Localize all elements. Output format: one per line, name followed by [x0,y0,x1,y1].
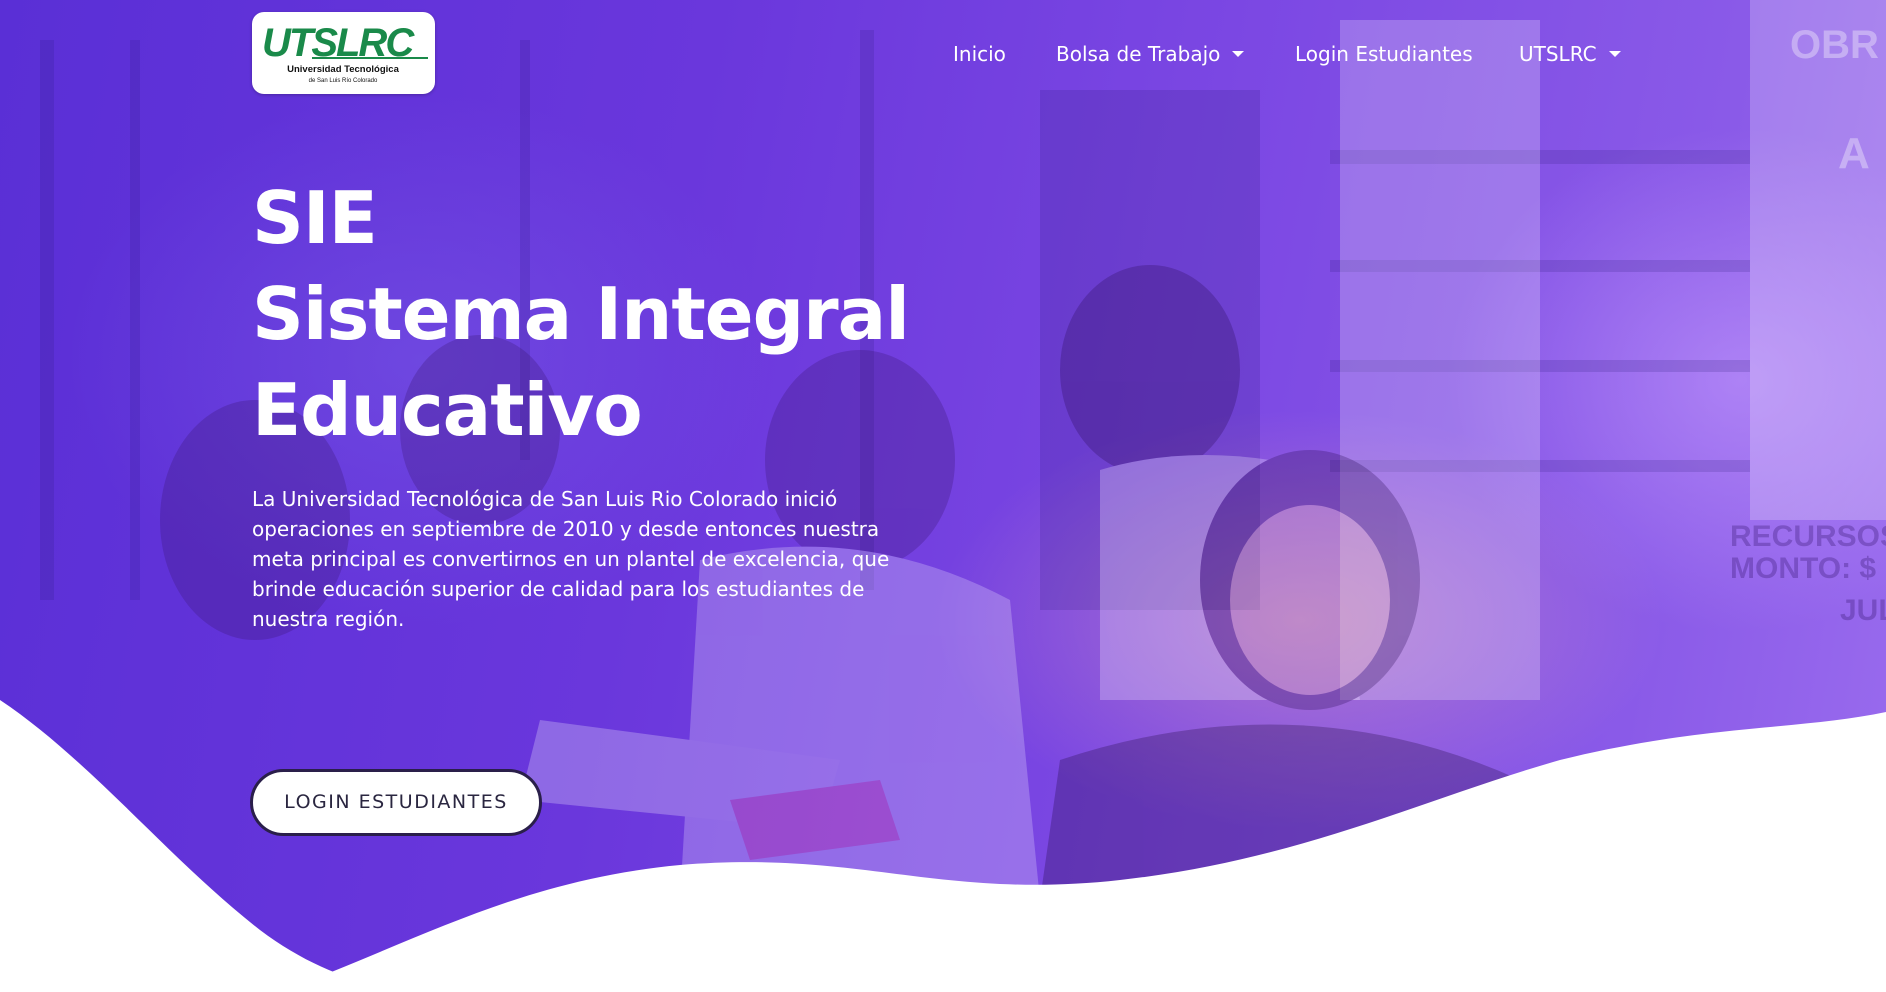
nav-item-login-estudiantes[interactable]: Login Estudiantes [1295,38,1473,70]
nav-item-label: Inicio [953,42,1006,66]
hero-title-line-1: SIE [252,176,378,260]
caret-down-icon [1608,50,1621,57]
hero-title: SIE Sistema Integral Educativo [252,170,910,458]
nav-item-bolsa-de-trabajo[interactable]: Bolsa de Trabajo [1056,38,1245,70]
hero-title-line-3: Educativo [252,368,643,452]
nav-item-label: Bolsa de Trabajo [1056,42,1221,66]
utslrc-logo-mark: UTSLRC Universidad Tecnológica de San Lu… [262,21,428,84]
nav-item-inicio[interactable]: Inicio [953,38,1006,70]
login-estudiantes-button-label: LOGIN ESTUDIANTES [284,791,508,813]
hero-description: La Universidad Tecnológica de San Luis R… [252,487,890,631]
nav-item-label: Login Estudiantes [1295,42,1473,66]
logo-subtitle-2: de San Luis Río Colorado [309,78,378,84]
login-estudiantes-button[interactable]: LOGIN ESTUDIANTES [250,769,542,836]
caret-down-icon [1232,50,1245,57]
hero-title-line-2: Sistema Integral [252,272,910,356]
page: OBR A RECURSOS MONTO: $ JUL UTSLRC Unive… [0,0,1886,992]
utslrc-logo[interactable]: UTSLRC Universidad Tecnológica de San Lu… [252,12,435,94]
nav-item-utslrc[interactable]: UTSLRC [1519,38,1621,70]
nav-item-label: UTSLRC [1519,42,1597,66]
logo-subtitle: Universidad Tecnológica [287,64,399,75]
